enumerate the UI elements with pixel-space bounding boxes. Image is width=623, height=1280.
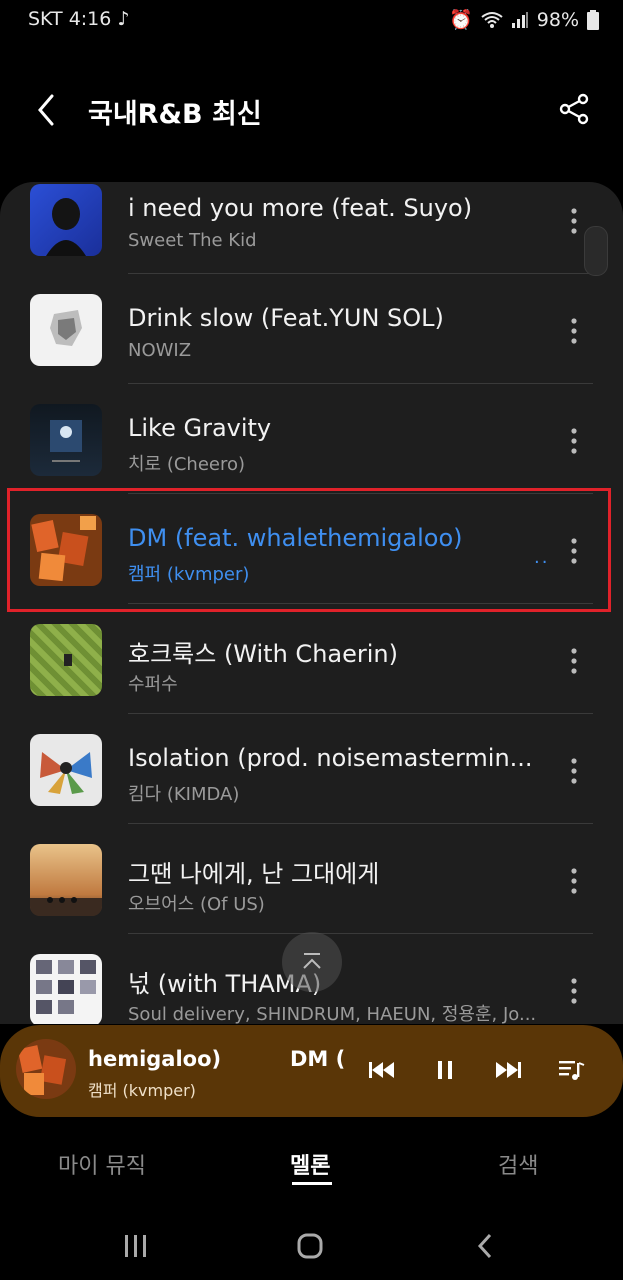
track-row[interactable]: 호크룩스 (With Chaerin) 수퍼수	[0, 622, 623, 732]
battery-icon	[587, 9, 599, 30]
share-icon[interactable]	[557, 92, 591, 126]
album-art	[30, 844, 102, 916]
now-playing-artist: 캠퍼 (kvmper)	[88, 1081, 196, 1100]
track-row[interactable]: Drink slow (Feat.YUN SOL) NOWIZ	[0, 292, 623, 402]
track-artist: Soul delivery, SHINDRUM, HAEUN, 정용훈, Jo.…	[128, 1004, 537, 1024]
track-row[interactable]: i need you more (feat. Suyo) Sweet The K…	[0, 182, 623, 292]
row-divider	[128, 713, 593, 714]
track-artist: 오브어스 (Of US)	[128, 894, 265, 915]
album-art	[30, 734, 102, 806]
recent-apps-icon[interactable]	[122, 1232, 150, 1260]
track-artist: NOWIZ	[128, 340, 192, 361]
more-options-icon[interactable]	[566, 646, 582, 676]
status-bar: SKT 4:16 ♪ ⏰ 98%	[0, 0, 623, 40]
tab-melon[interactable]: 멜론	[290, 1148, 330, 1180]
signal-icon	[511, 11, 528, 28]
more-options-icon[interactable]	[566, 316, 582, 346]
alarm-icon: ⏰	[449, 9, 473, 31]
track-title: Drink slow (Feat.YUN SOL)	[128, 304, 444, 332]
status-carrier-time: SKT 4:16 ♪	[28, 8, 130, 30]
pause-icon[interactable]	[430, 1055, 460, 1085]
scroll-to-top-button[interactable]	[282, 932, 342, 992]
home-icon[interactable]	[296, 1232, 324, 1260]
next-track-icon[interactable]	[494, 1055, 524, 1085]
system-nav-bar	[0, 1212, 623, 1280]
track-row[interactable]: Isolation (prod. noisemastermin... 킴다 (K…	[0, 732, 623, 842]
track-title: 그땐 나에게, 난 그대에게	[128, 860, 380, 888]
now-playing-title-marquee: DM (	[290, 1047, 346, 1071]
album-art	[30, 624, 102, 696]
track-title: Like Gravity	[128, 414, 272, 442]
album-art	[30, 404, 102, 476]
more-options-icon[interactable]	[566, 756, 582, 786]
scroll-top-icon	[303, 953, 321, 969]
album-art	[30, 294, 102, 366]
row-divider	[128, 383, 593, 384]
track-title: Isolation (prod. noisemastermin...	[128, 744, 533, 772]
playlist-icon[interactable]	[556, 1055, 586, 1085]
tab-search[interactable]: 검색	[498, 1148, 538, 1180]
row-divider	[128, 933, 593, 934]
back-nav-icon[interactable]	[472, 1232, 500, 1260]
more-options-icon[interactable]	[566, 426, 582, 456]
wifi-icon	[481, 11, 503, 28]
now-playing-title: hemigaloo)	[88, 1047, 222, 1071]
row-divider	[128, 823, 593, 824]
bottom-tabs: 마이 뮤직 멜론 검색	[0, 1130, 623, 1200]
track-title: 호크룩스 (With Chaerin)	[128, 640, 398, 668]
track-title: i need you more (feat. Suyo)	[128, 194, 473, 222]
more-options-icon[interactable]	[566, 866, 582, 896]
album-art	[30, 954, 102, 1024]
selected-row-highlight	[7, 488, 611, 612]
track-artist: 치로 (Cheero)	[128, 454, 246, 475]
status-icons: ⏰ 98%	[449, 8, 599, 31]
mini-player[interactable]: hemigaloo) DM ( 캠퍼 (kvmper)	[0, 1025, 623, 1117]
track-artist: 수퍼수	[128, 674, 178, 695]
tab-my-music[interactable]: 마이 뮤직	[58, 1148, 146, 1180]
previous-track-icon[interactable]	[366, 1055, 396, 1085]
back-arrow-icon[interactable]	[30, 92, 66, 128]
album-art	[30, 184, 102, 256]
now-playing-album-art	[16, 1039, 76, 1099]
header: 국내R&B 최신	[0, 70, 623, 150]
row-divider	[128, 273, 593, 274]
more-options-icon[interactable]	[566, 976, 582, 1006]
status-time: SKT 4:16	[28, 8, 112, 30]
battery-percent: 98%	[536, 8, 579, 31]
page-title: 국내R&B 최신	[88, 99, 262, 130]
scrollbar-thumb[interactable]	[584, 226, 608, 276]
track-artist: 킴다 (KIMDA)	[128, 784, 240, 805]
music-note-icon: ♪	[117, 8, 130, 30]
track-artist: Sweet The Kid	[128, 230, 257, 251]
more-options-icon[interactable]	[566, 206, 582, 236]
tab-active-underline	[292, 1182, 332, 1185]
